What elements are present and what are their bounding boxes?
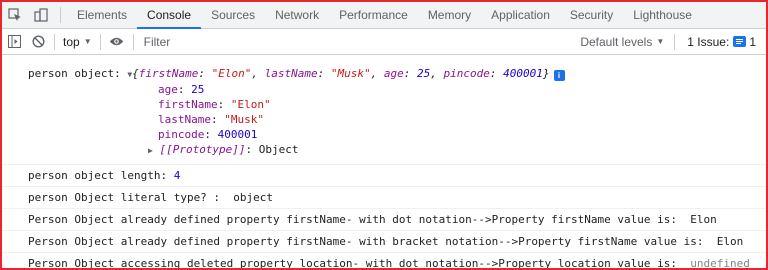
devtools-window: Elements Console Sources Network Perform…: [0, 0, 768, 270]
console-message: person Object literal type? : object: [2, 187, 766, 209]
toolbar-divider: [132, 33, 134, 50]
log-text: Person Object already defined property f…: [28, 213, 717, 226]
tab-console[interactable]: Console: [137, 2, 202, 29]
object-preview[interactable]: ▼{firstName: "Elon", lastName: "Musk", a…: [127, 67, 549, 80]
tab-security[interactable]: Security: [560, 2, 623, 28]
sidebar-toggle-icon[interactable]: [2, 30, 26, 54]
console-message-object: person object: ▼{firstName: "Elon", last…: [2, 56, 766, 165]
console-toolbar: top ▼ Default levels ▼ 1 Issue: 1: [2, 29, 766, 55]
info-icon[interactable]: i: [553, 70, 565, 81]
toolbar-divider: [674, 33, 676, 50]
dropdown-arrow-icon: ▼: [656, 37, 665, 46]
tab-application[interactable]: Application: [481, 2, 560, 28]
log-value: undefined: [690, 257, 750, 270]
log-levels-dropdown[interactable]: Default levels ▼: [574, 35, 670, 49]
tab-lighthouse[interactable]: Lighthouse: [623, 2, 702, 28]
issues-count: 1: [749, 34, 756, 49]
log-label: Person Object accessing deleted property…: [28, 257, 691, 270]
object-prototype[interactable]: ▶ [[Prototype]]: Object: [28, 142, 740, 158]
expand-triangle-icon[interactable]: ▶: [148, 146, 153, 155]
context-label: top: [63, 34, 80, 49]
log-value: 4: [173, 169, 181, 182]
toolbar-divider: [54, 33, 55, 50]
console-message: Person Object already defined property f…: [2, 231, 766, 253]
tab-sources[interactable]: Sources: [201, 2, 265, 28]
tab-bar-divider: [60, 7, 61, 23]
inspect-element-icon[interactable]: [2, 2, 28, 28]
tab-memory[interactable]: Memory: [418, 2, 481, 28]
object-property: firstName: "Elon": [158, 98, 271, 111]
log-label: person object:: [28, 67, 128, 80]
log-levels-label: Default levels: [580, 34, 653, 49]
log-text: person Object literal type? : object: [28, 191, 274, 204]
console-message: Person Object already defined property f…: [2, 209, 766, 231]
object-property: lastName: "Musk": [158, 113, 264, 126]
tab-performance[interactable]: Performance: [329, 2, 418, 28]
issues-label: 1 Issue:: [687, 34, 730, 49]
eye-icon[interactable]: [105, 30, 129, 54]
console-message: person object length: 4: [2, 165, 766, 187]
devtools-tab-bar: Elements Console Sources Network Perform…: [2, 2, 766, 29]
object-property: age: 25: [158, 83, 205, 96]
log-text: Person Object already defined property f…: [28, 235, 744, 248]
object-property: pincode: 400001: [158, 128, 258, 141]
tab-elements[interactable]: Elements: [67, 2, 137, 28]
tab-network[interactable]: Network: [265, 2, 329, 28]
toolbar-divider: [99, 33, 101, 50]
console-messages: person object: ▼{firstName: "Elon", last…: [2, 56, 766, 270]
issue-message-icon: [733, 36, 747, 47]
console-message: Person Object accessing deleted property…: [2, 253, 766, 270]
filter-input[interactable]: [137, 31, 458, 52]
device-toggle-icon[interactable]: [28, 2, 54, 28]
dropdown-arrow-icon: ▼: [83, 37, 92, 46]
context-selector[interactable]: top ▼: [59, 35, 96, 49]
issues-counter[interactable]: 1 Issue: 1: [679, 35, 766, 49]
clear-console-icon[interactable]: [26, 30, 50, 54]
log-label: person object length:: [28, 169, 174, 182]
